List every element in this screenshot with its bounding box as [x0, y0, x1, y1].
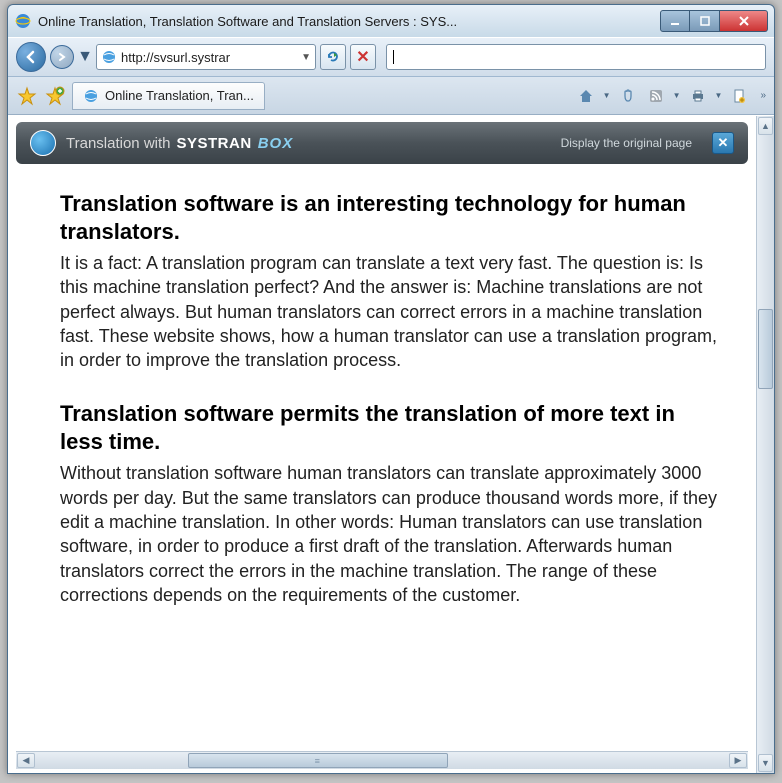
heading-1: Translation software is an interesting t…	[60, 190, 720, 245]
window-title: Online Translation, Translation Software…	[38, 14, 660, 29]
maximize-button[interactable]	[690, 10, 720, 32]
search-box[interactable]	[386, 44, 766, 70]
heading-2: Translation software permits the transla…	[60, 400, 720, 455]
paragraph-2: Without translation software human trans…	[60, 461, 720, 607]
scroll-up-button[interactable]: ▲	[758, 117, 773, 135]
window-controls	[660, 10, 768, 32]
tab-site-icon	[83, 88, 99, 104]
vertical-scrollbar[interactable]: ▲ ▼	[756, 116, 774, 773]
forward-button[interactable]	[50, 45, 74, 69]
minimize-button[interactable]	[660, 10, 690, 32]
systran-title: Translation with SYSTRAN BOX	[66, 135, 293, 152]
systran-toolbar: Translation with SYSTRAN BOX Display the…	[16, 122, 748, 164]
titlebar: Online Translation, Translation Software…	[8, 5, 774, 37]
systran-prefix: Translation with	[66, 135, 171, 152]
vscroll-thumb[interactable]	[758, 309, 773, 389]
systran-logo-icon	[30, 130, 56, 156]
scroll-right-button[interactable]: ▶	[729, 753, 747, 768]
page-button[interactable]	[728, 85, 750, 107]
url-dropdown-icon[interactable]: ▼	[301, 52, 311, 63]
tab-toolbar: Online Translation, Tran... ▼ ▼ ▼ »	[8, 77, 774, 115]
article-body: Translation software is an interesting t…	[8, 164, 756, 751]
horizontal-scrollbar[interactable]: ◀ ≡ ▶	[16, 751, 748, 769]
back-button[interactable]	[16, 42, 46, 72]
paragraph-1: It is a fact: A translation program can …	[60, 251, 720, 372]
home-dropdown[interactable]: ▼	[603, 91, 611, 100]
home-button[interactable]	[575, 85, 597, 107]
display-original-link[interactable]: Display the original page	[561, 136, 692, 150]
favorites-button[interactable]	[16, 85, 38, 107]
add-favorite-button[interactable]	[44, 85, 66, 107]
command-bar: ▼ ▼ ▼ »	[575, 85, 766, 107]
hscroll-thumb[interactable]: ≡	[188, 753, 448, 768]
nav-toolbar: ▼ http://svsurl.systrar ▼ ✕	[8, 37, 774, 77]
site-icon	[101, 49, 117, 65]
feeds-dropdown[interactable]: ▼	[673, 91, 681, 100]
scroll-down-button[interactable]: ▼	[758, 754, 773, 772]
feeds-button[interactable]	[645, 85, 667, 107]
vscroll-track[interactable]	[757, 136, 774, 753]
systran-close-button[interactable]: ✕	[712, 132, 734, 154]
ie-logo-icon	[14, 12, 32, 30]
tab-active[interactable]: Online Translation, Tran...	[72, 82, 265, 110]
scroll-left-button[interactable]: ◀	[17, 753, 35, 768]
close-button[interactable]	[720, 10, 768, 32]
text-caret-icon	[393, 50, 394, 64]
hand-tool-button[interactable]	[617, 85, 639, 107]
print-button[interactable]	[687, 85, 709, 107]
address-bar[interactable]: http://svsurl.systrar ▼	[96, 44, 316, 70]
url-text: http://svsurl.systrar	[121, 50, 297, 65]
print-dropdown[interactable]: ▼	[715, 91, 723, 100]
hscroll-track[interactable]: ≡	[36, 752, 728, 769]
refresh-button[interactable]	[320, 44, 346, 70]
nav-history-dropdown[interactable]: ▼	[78, 45, 92, 69]
content-area: Translation with SYSTRAN BOX Display the…	[8, 115, 774, 773]
browser-window: Online Translation, Translation Software…	[7, 4, 775, 774]
page: Translation with SYSTRAN BOX Display the…	[8, 116, 756, 773]
systran-brand: SYSTRAN	[177, 135, 252, 152]
toolbar-expand-icon[interactable]: »	[756, 90, 766, 101]
stop-button[interactable]: ✕	[350, 44, 376, 70]
tab-label: Online Translation, Tran...	[105, 88, 254, 103]
systran-box: BOX	[258, 135, 294, 152]
